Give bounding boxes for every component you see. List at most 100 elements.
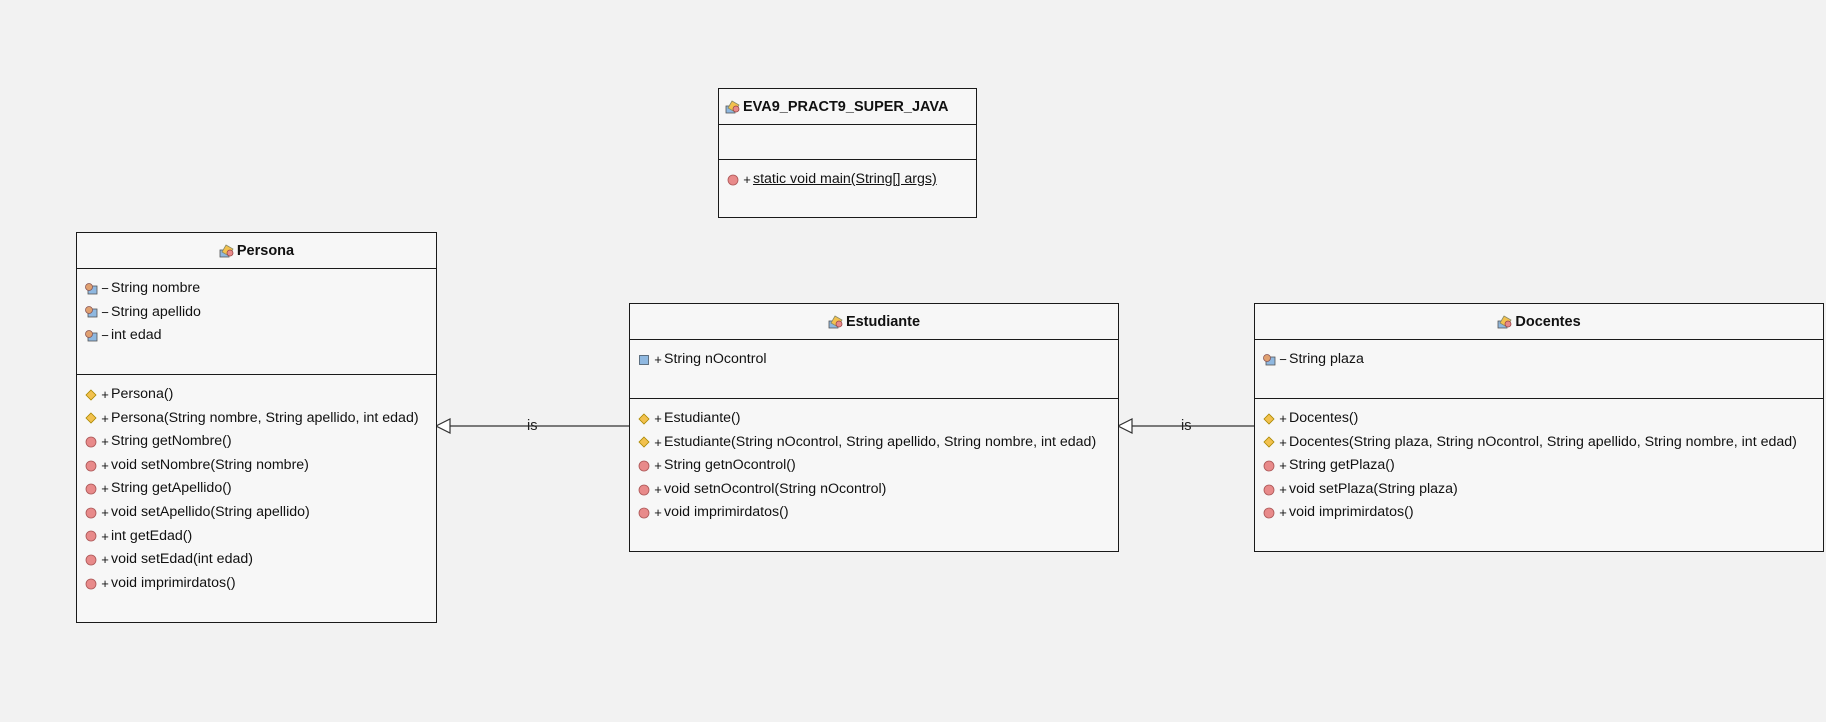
operations-compartment: + Persona() + Persona(String nombre, Str… bbox=[77, 375, 436, 595]
class-box-docentes[interactable]: Docentes − String plaza + Docentes() + D… bbox=[1254, 303, 1824, 552]
attribute-item[interactable]: − String apellido bbox=[84, 301, 436, 325]
visibility-marker: − bbox=[1279, 352, 1287, 367]
method-icon bbox=[84, 553, 98, 567]
class-icon bbox=[828, 314, 843, 329]
relation-label: is bbox=[527, 418, 538, 434]
operation-item[interactable]: + void setEdad(int edad) bbox=[84, 548, 436, 572]
operation-signature: void setNombre(String nombre) bbox=[111, 456, 309, 473]
class-header: Estudiante bbox=[630, 304, 1118, 340]
operation-item[interactable]: + void setnOcontrol(String nOcontrol) bbox=[637, 478, 1118, 502]
visibility-marker: − bbox=[101, 328, 109, 344]
class-header: EVA9_PRACT9_SUPER_JAVA bbox=[719, 89, 976, 125]
operations-compartment: + Estudiante() + Estudiante(String nOcon… bbox=[630, 399, 1118, 525]
operation-signature: Persona(String nombre, String apellido, … bbox=[111, 409, 419, 426]
class-header: Docentes bbox=[1255, 304, 1823, 340]
operations-compartment: + static void main(String[] args) bbox=[719, 160, 976, 192]
operation-signature: void setApellido(String apellido) bbox=[111, 503, 310, 520]
operation-item[interactable]: + String getPlaza() bbox=[1262, 454, 1823, 478]
visibility-marker: + bbox=[101, 481, 109, 497]
method-icon bbox=[84, 435, 98, 449]
operation-item[interactable]: + Persona() bbox=[84, 383, 436, 407]
visibility-marker: + bbox=[101, 575, 109, 591]
operation-item[interactable]: + void imprimirdatos() bbox=[1262, 501, 1823, 525]
attribute-item[interactable]: + String nOcontrol bbox=[637, 348, 1118, 372]
visibility-marker: + bbox=[1279, 434, 1287, 450]
operation-item[interactable]: + void imprimirdatos() bbox=[637, 501, 1118, 525]
operation-signature: void setEdad(int edad) bbox=[111, 551, 253, 568]
method-icon bbox=[84, 482, 98, 496]
constructor-icon bbox=[1262, 435, 1276, 449]
operation-item[interactable]: + String getnOcontrol() bbox=[637, 454, 1118, 478]
operation-item[interactable]: + static void main(String[] args) bbox=[726, 168, 976, 192]
method-icon bbox=[637, 459, 651, 473]
visibility-marker: + bbox=[654, 505, 662, 521]
operation-item[interactable]: + int getEdad() bbox=[84, 525, 436, 549]
visibility-marker: + bbox=[101, 552, 109, 568]
attribute-item[interactable]: − String plaza bbox=[1262, 348, 1823, 372]
visibility-marker: + bbox=[743, 172, 751, 187]
method-icon bbox=[726, 173, 740, 187]
method-icon bbox=[1262, 483, 1276, 497]
operation-item[interactable]: + void setApellido(String apellido) bbox=[84, 501, 436, 525]
attributes-compartment: − String plaza bbox=[1255, 340, 1823, 399]
class-icon bbox=[219, 243, 234, 258]
operation-signature: void imprimirdatos() bbox=[111, 574, 236, 591]
class-icon bbox=[725, 99, 740, 114]
visibility-marker: − bbox=[101, 304, 109, 320]
visibility-marker: + bbox=[654, 411, 662, 426]
visibility-marker: + bbox=[1279, 481, 1287, 497]
visibility-marker: + bbox=[101, 504, 109, 520]
method-icon bbox=[84, 459, 98, 473]
visibility-marker: + bbox=[1279, 458, 1287, 474]
private-field-icon bbox=[84, 282, 98, 296]
attribute-item[interactable]: − String nombre bbox=[84, 277, 436, 301]
operation-signature: String getNombre() bbox=[111, 433, 232, 450]
operation-signature: Estudiante(String nOcontrol, String apel… bbox=[664, 433, 1097, 450]
operation-item[interactable]: + void setPlaza(String plaza) bbox=[1262, 478, 1823, 502]
visibility-marker: + bbox=[1279, 505, 1287, 521]
visibility-marker: + bbox=[654, 434, 662, 450]
method-icon bbox=[1262, 506, 1276, 520]
operation-signature: int getEdad() bbox=[111, 527, 193, 544]
operation-signature: void setPlaza(String plaza) bbox=[1289, 480, 1458, 497]
visibility-marker: + bbox=[101, 410, 109, 426]
class-name: EVA9_PRACT9_SUPER_JAVA bbox=[743, 98, 949, 115]
visibility-marker: + bbox=[101, 434, 109, 450]
attribute-item[interactable]: − int edad bbox=[84, 324, 436, 348]
operations-compartment: + Docentes() + Docentes(String plaza, St… bbox=[1255, 399, 1823, 525]
operation-item[interactable]: + Persona(String nombre, String apellido… bbox=[84, 407, 436, 431]
method-icon bbox=[84, 506, 98, 520]
private-field-icon bbox=[84, 329, 98, 343]
operation-signature: Docentes() bbox=[1289, 410, 1359, 426]
operation-item[interactable]: + String getApellido() bbox=[84, 477, 436, 501]
operation-signature: String getnOcontrol() bbox=[664, 457, 796, 474]
method-icon bbox=[84, 529, 98, 543]
attribute-text: String plaza bbox=[1289, 351, 1364, 367]
class-box-persona[interactable]: Persona − String nombre − String apellid… bbox=[76, 232, 437, 623]
attributes-compartment bbox=[719, 125, 976, 160]
class-box-estudiante[interactable]: Estudiante + String nOcontrol + Estudian… bbox=[629, 303, 1119, 552]
public-field-icon bbox=[637, 353, 651, 367]
operation-item[interactable]: + String getNombre() bbox=[84, 430, 436, 454]
operation-item[interactable]: + void imprimirdatos() bbox=[84, 572, 436, 596]
operation-signature: Docentes(String plaza, String nOcontrol,… bbox=[1289, 433, 1797, 450]
constructor-icon bbox=[1262, 412, 1276, 426]
attribute-text: int edad bbox=[111, 327, 162, 344]
private-field-icon bbox=[84, 305, 98, 319]
operation-item[interactable]: + Estudiante(String nOcontrol, String ap… bbox=[637, 431, 1118, 455]
operation-item[interactable]: + Estudiante() bbox=[637, 407, 1118, 431]
generalization-arrowhead bbox=[1116, 418, 1133, 434]
visibility-marker: + bbox=[101, 387, 109, 402]
operation-item[interactable]: + Docentes() bbox=[1262, 407, 1823, 431]
generalization-arrowhead bbox=[434, 418, 451, 434]
operation-item[interactable]: + void setNombre(String nombre) bbox=[84, 454, 436, 478]
attributes-compartment: − String nombre − String apellido − int … bbox=[77, 269, 436, 375]
private-field-icon bbox=[1262, 353, 1276, 367]
operation-signature: Persona() bbox=[111, 386, 174, 402]
constructor-icon bbox=[637, 435, 651, 449]
method-icon bbox=[1262, 459, 1276, 473]
operation-signature: String getApellido() bbox=[111, 480, 232, 497]
operation-item[interactable]: + Docentes(String plaza, String nOcontro… bbox=[1262, 431, 1823, 455]
class-box-main[interactable]: EVA9_PRACT9_SUPER_JAVA + static void mai… bbox=[718, 88, 977, 218]
operation-signature: static void main(String[] args) bbox=[753, 171, 937, 187]
